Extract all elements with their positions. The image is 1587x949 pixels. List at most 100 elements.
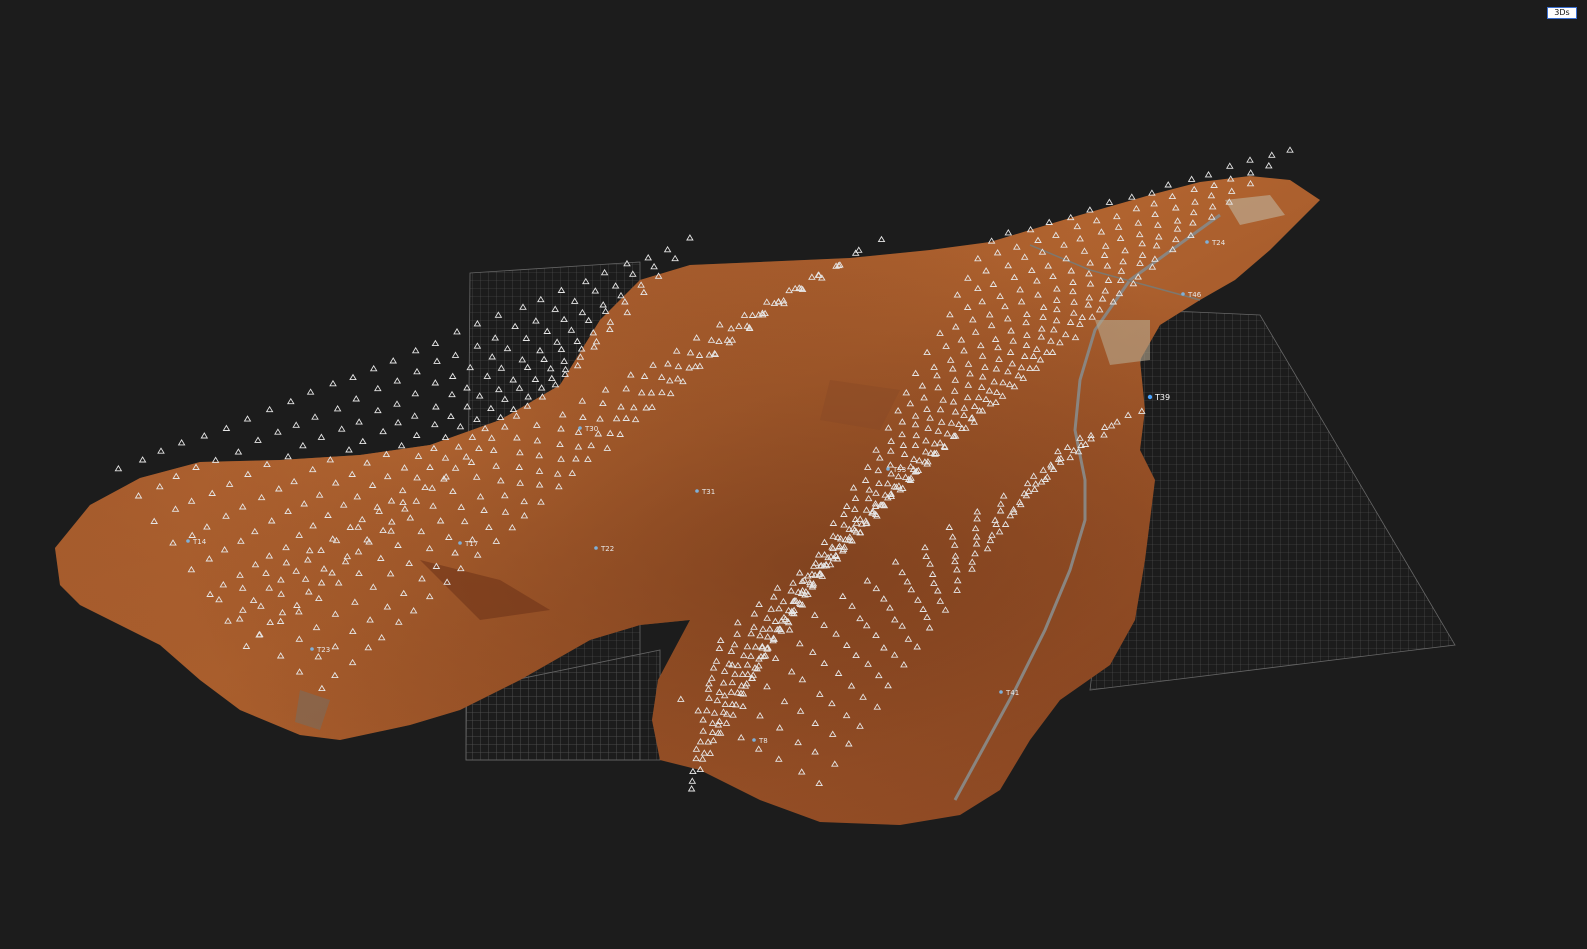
- camera-icon[interactable]: [393, 400, 401, 407]
- gcp-label: T17: [464, 540, 478, 548]
- camera-icon[interactable]: [311, 413, 319, 420]
- camera-icon[interactable]: [345, 446, 353, 453]
- camera-icon[interactable]: [1187, 175, 1196, 182]
- camera-icon[interactable]: [397, 441, 406, 449]
- gcp-marker-icon[interactable]: [578, 426, 582, 430]
- camera-icon[interactable]: [644, 254, 652, 261]
- gcp-label: T41: [1005, 689, 1019, 697]
- camera-icon[interactable]: [1128, 193, 1136, 200]
- camera-icon[interactable]: [451, 351, 460, 358]
- camera-icon[interactable]: [431, 339, 440, 347]
- camera-icon[interactable]: [157, 447, 165, 454]
- camera-icon[interactable]: [1246, 156, 1254, 163]
- gcp-label: T22: [600, 545, 614, 553]
- 3d-mode-button[interactable]: 3Ds: [1547, 7, 1577, 19]
- camera-icon[interactable]: [355, 418, 363, 425]
- gcp-marker-icon[interactable]: [1181, 292, 1185, 296]
- camera-icon[interactable]: [359, 437, 367, 445]
- gcp-marker-icon[interactable]: [186, 539, 190, 543]
- camera-icon[interactable]: [292, 421, 300, 428]
- camera-icon[interactable]: [177, 439, 186, 446]
- camera-icon[interactable]: [1226, 162, 1234, 169]
- camera-icon[interactable]: [138, 456, 147, 463]
- camera-icon[interactable]: [441, 433, 450, 441]
- camera-icon[interactable]: [1246, 169, 1255, 176]
- camera-icon[interactable]: [222, 424, 231, 431]
- camera-icon[interactable]: [431, 379, 440, 386]
- camera-icon[interactable]: [379, 427, 387, 435]
- camera-icon[interactable]: [663, 245, 672, 253]
- camera-icon[interactable]: [686, 234, 694, 241]
- camera-icon[interactable]: [1268, 151, 1276, 158]
- camera-icon[interactable]: [411, 346, 420, 354]
- camera-icon[interactable]: [453, 328, 461, 335]
- gcp-marker-icon[interactable]: [886, 467, 890, 471]
- camera-icon[interactable]: [243, 415, 252, 422]
- camera-icon[interactable]: [1148, 189, 1156, 196]
- camera-icon[interactable]: [1265, 162, 1273, 169]
- camera-icon[interactable]: [287, 397, 295, 405]
- camera-icon[interactable]: [299, 441, 307, 449]
- camera-icon[interactable]: [687, 785, 696, 792]
- gcp-marker-icon[interactable]: [1147, 394, 1153, 400]
- camera-icon[interactable]: [413, 367, 421, 375]
- gcp-marker-icon[interactable]: [594, 546, 598, 550]
- camera-icon[interactable]: [393, 377, 402, 384]
- 3d-viewport[interactable]: T24 T46 T39 T30 T31 T14 T17 T22 T23 T8 T53 T41 3Ds: [0, 0, 1587, 949]
- camera-icon[interactable]: [369, 364, 378, 372]
- camera-icon[interactable]: [333, 405, 342, 412]
- camera-icon[interactable]: [374, 406, 382, 414]
- camera-icon[interactable]: [456, 422, 465, 430]
- camera-icon[interactable]: [374, 384, 382, 392]
- gcp-label: T31: [701, 488, 715, 496]
- gcp-marker-icon[interactable]: [999, 690, 1003, 694]
- camera-icon[interactable]: [1086, 206, 1094, 213]
- camera-icon[interactable]: [329, 379, 337, 387]
- camera-icon[interactable]: [432, 403, 440, 410]
- gcp-marker-icon[interactable]: [1205, 240, 1209, 244]
- camera-icon[interactable]: [317, 433, 326, 440]
- gcp-label: T14: [192, 538, 207, 546]
- camera-icon[interactable]: [200, 432, 209, 439]
- gcp-marker-icon[interactable]: [752, 738, 756, 742]
- camera-icon[interactable]: [274, 428, 282, 435]
- camera-icon[interactable]: [410, 412, 419, 419]
- camera-icon[interactable]: [650, 262, 658, 270]
- camera-icon[interactable]: [349, 373, 357, 381]
- camera-icon[interactable]: [394, 418, 402, 426]
- camera-icon[interactable]: [855, 246, 863, 253]
- camera-icon[interactable]: [412, 431, 421, 438]
- camera-icon[interactable]: [1286, 146, 1294, 153]
- camera-icon[interactable]: [431, 420, 439, 428]
- camera-icon[interactable]: [1204, 171, 1213, 178]
- camera-icon[interactable]: [689, 767, 697, 775]
- camera-icon[interactable]: [688, 777, 697, 784]
- camera-icon[interactable]: [447, 412, 455, 420]
- camera-icon[interactable]: [851, 249, 860, 256]
- gcp-marker-icon[interactable]: [310, 647, 314, 651]
- camera-icon[interactable]: [389, 357, 397, 364]
- camera-icon[interactable]: [1004, 229, 1013, 236]
- camera-icon[interactable]: [254, 436, 262, 443]
- terrain-model[interactable]: [55, 176, 1320, 825]
- camera-icon[interactable]: [306, 388, 315, 395]
- camera-icon[interactable]: [877, 235, 886, 243]
- camera-icon[interactable]: [448, 372, 457, 379]
- camera-icon[interactable]: [337, 425, 346, 432]
- gcp-marker-icon[interactable]: [695, 489, 699, 493]
- camera-icon[interactable]: [114, 464, 123, 472]
- camera-icon[interactable]: [1105, 198, 1114, 205]
- camera-icon[interactable]: [433, 357, 441, 364]
- camera-icon[interactable]: [448, 390, 456, 398]
- gcp-marker-icon[interactable]: [458, 541, 462, 545]
- camera-icon[interactable]: [265, 405, 274, 413]
- camera-icon[interactable]: [234, 448, 243, 455]
- camera-icon[interactable]: [1045, 218, 1053, 225]
- scene-canvas[interactable]: T24 T46 T39 T30 T31 T14 T17 T22 T23 T8 T53 T41: [0, 0, 1587, 949]
- camera-icon[interactable]: [1164, 181, 1172, 188]
- camera-icon[interactable]: [671, 254, 679, 262]
- camera-icon[interactable]: [284, 452, 292, 460]
- gcp-label: T30: [584, 425, 598, 433]
- camera-icon[interactable]: [352, 395, 360, 402]
- camera-icon[interactable]: [411, 389, 420, 397]
